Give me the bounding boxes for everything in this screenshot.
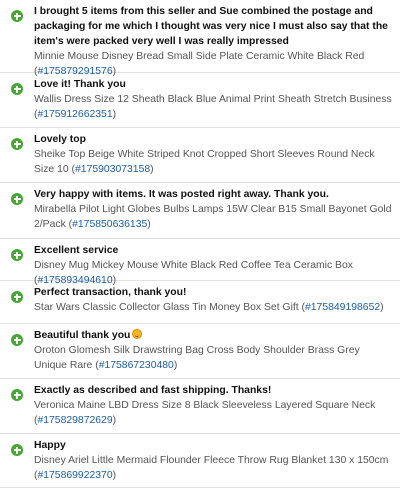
positive-feedback-icon xyxy=(11,389,23,401)
positive-feedback-icon xyxy=(11,83,23,95)
item-description: Sheike Top Beige White Striped Knot Crop… xyxy=(34,149,375,175)
feedback-item: Beautiful thank you Oroton Glomesh Silk … xyxy=(0,324,400,379)
feedback-comment: Beautiful thank you xyxy=(34,328,394,343)
feedback-comment: Happy xyxy=(34,440,66,451)
item-description: Veronica Maine LBD Dress Size 8 Black Sl… xyxy=(34,400,376,426)
positive-feedback-icon xyxy=(11,249,23,261)
item-number-link[interactable]: #175912662351 xyxy=(37,109,112,120)
item-number-link[interactable]: #175850636135 xyxy=(72,219,147,230)
feedback-item: Exactly as described and fast shipping. … xyxy=(0,379,400,434)
feedback-item: Perfect transaction, thank you! Star War… xyxy=(0,281,400,324)
feedback-item: Very happy with items. It was posted rig… xyxy=(0,183,400,239)
positive-feedback-icon xyxy=(11,138,23,150)
feedback-item: Lovely top Sheike Top Beige White Stripe… xyxy=(0,128,400,183)
smiling-face-icon xyxy=(132,329,143,339)
feedback-item: Happy Disney Ariel Little Mermaid Flound… xyxy=(0,434,400,488)
positive-feedback-icon xyxy=(11,10,23,22)
feedback-list: I brought 5 items from this seller and S… xyxy=(0,0,400,488)
positive-feedback-icon xyxy=(11,334,23,346)
item-number-link[interactable]: #175867230480 xyxy=(99,360,174,371)
feedback-item: I brought 5 items from this seller and S… xyxy=(0,0,400,77)
feedback-item: Love it! Thank you Wallis Dress Size 12 … xyxy=(0,73,400,128)
item-number-link[interactable]: #175869922370 xyxy=(37,470,112,481)
feedback-comment: Excellent service xyxy=(34,245,119,256)
feedback-comment: Perfect transaction, thank you! xyxy=(34,287,187,298)
item-description: Wallis Dress Size 12 Sheath Black Blue A… xyxy=(34,94,392,120)
positive-feedback-icon xyxy=(11,291,23,303)
item-description: Oroton Glomesh Silk Drawstring Bag Cross… xyxy=(34,345,360,371)
feedback-comment: Exactly as described and fast shipping. … xyxy=(34,385,272,396)
positive-feedback-icon xyxy=(11,193,23,205)
feedback-comment: I brought 5 items from this seller and S… xyxy=(34,6,388,47)
positive-feedback-icon xyxy=(11,444,23,456)
item-description: Mirabella Pilot Light Globes Bulbs Lamps… xyxy=(34,204,392,230)
item-number-link[interactable]: #175903073158 xyxy=(75,164,150,175)
item-number-link[interactable]: #175849198652 xyxy=(305,302,380,313)
feedback-comment: Lovely top xyxy=(34,134,86,145)
item-description: Star Wars Classic Collector Glass Tin Mo… xyxy=(34,302,384,313)
item-description: Disney Ariel Little Mermaid Flounder Fle… xyxy=(34,455,389,481)
feedback-item: Excellent service Disney Mug Mickey Mous… xyxy=(0,239,400,286)
item-number-link[interactable]: #175829872629 xyxy=(37,415,112,426)
feedback-comment: Very happy with items. It was posted rig… xyxy=(34,189,329,200)
feedback-comment: Love it! Thank you xyxy=(34,79,126,90)
